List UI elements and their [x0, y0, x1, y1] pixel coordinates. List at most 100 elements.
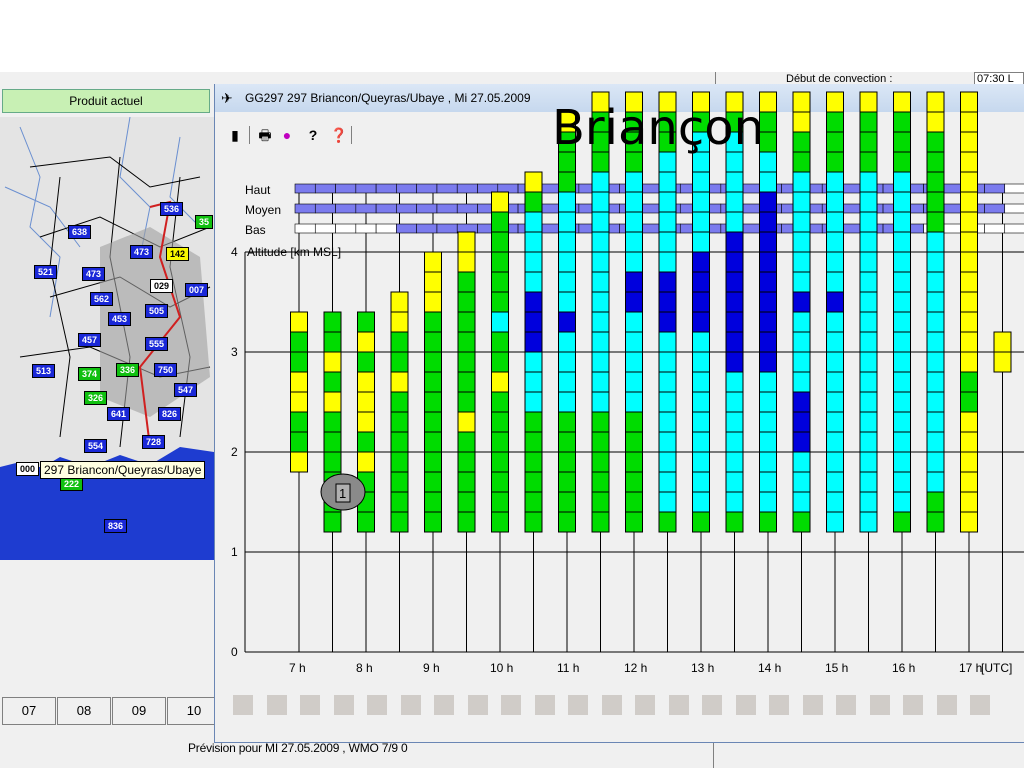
time-step-square[interactable] [233, 695, 253, 715]
station-marker[interactable]: 453 [108, 312, 132, 326]
time-step-square[interactable] [300, 695, 320, 715]
station-marker[interactable]: 457 [78, 333, 102, 347]
convection-cell [792, 91, 811, 113]
station-marker[interactable]: 521 [34, 265, 58, 279]
convection-cell [591, 171, 610, 193]
convection-cell [893, 191, 911, 213]
station-marker[interactable]: 374 [78, 367, 102, 381]
convection-cell [323, 511, 342, 533]
convection-cell [491, 251, 509, 273]
convection-cell [658, 231, 677, 253]
station-marker[interactable]: 547 [174, 383, 198, 397]
convection-cell [558, 291, 576, 313]
convection-cell [725, 491, 744, 513]
convection-cell [826, 291, 844, 313]
x-tick-label: 13 h [691, 661, 714, 675]
convection-cell [993, 331, 1012, 353]
time-step-square[interactable] [769, 695, 789, 715]
convection-cell [357, 371, 375, 393]
station-marker[interactable]: 473 [130, 245, 154, 259]
convection-cell [692, 371, 710, 393]
time-button-10[interactable]: 10 [167, 697, 221, 725]
station-marker[interactable]: 029 [150, 279, 174, 293]
cloud-layer-segment [1004, 203, 1024, 214]
slide-title: Briançon [552, 100, 765, 156]
time-step-square[interactable] [668, 695, 689, 715]
time-step-square[interactable] [869, 695, 890, 715]
station-marker[interactable]: 000 [16, 462, 40, 476]
station-marker[interactable]: 007 [185, 283, 209, 297]
convection-cell [424, 391, 442, 413]
station-forecast-window[interactable]: ✈ GG297 297 Briancon/Queyras/Ubaye , Mi … [214, 84, 1024, 743]
convection-cell [926, 151, 945, 173]
station-marker[interactable]: 562 [90, 292, 114, 306]
convection-cell [457, 371, 476, 393]
time-step-square[interactable] [936, 695, 957, 715]
time-step-square[interactable] [802, 695, 823, 715]
convection-cell [658, 191, 677, 213]
station-marker[interactable]: 555 [145, 337, 169, 351]
station-marker[interactable]: 473 [82, 267, 106, 281]
x-tick-label: 8 h [356, 661, 373, 675]
station-marker[interactable]: 638 [68, 225, 92, 239]
station-marker[interactable]: 326 [84, 391, 108, 405]
time-step-square[interactable] [434, 695, 454, 715]
time-step-square[interactable] [903, 695, 923, 715]
station-marker[interactable]: 142 [166, 247, 190, 261]
time-step-square[interactable] [534, 695, 555, 715]
time-button-07[interactable]: 07 [2, 697, 56, 725]
station-marker[interactable]: 222 [60, 477, 84, 491]
time-step-square[interactable] [735, 695, 756, 715]
station-marker[interactable]: 750 [154, 363, 178, 377]
time-step-square[interactable] [836, 695, 856, 715]
regional-map[interactable]: 536 35 638 473 142 521 473 029 007 562 505 453 457 55… [0, 117, 214, 560]
station-marker[interactable]: 728 [142, 435, 166, 449]
time-step-square[interactable] [635, 695, 655, 715]
convection-cell [591, 231, 610, 253]
station-marker[interactable]: 513 [32, 364, 56, 378]
convection-cell [759, 311, 777, 333]
product-header-button[interactable]: Produit actuel [2, 89, 210, 113]
time-step-square[interactable] [702, 695, 722, 715]
convection-cell [558, 271, 576, 293]
station-marker[interactable]: 641 [107, 407, 131, 421]
station-marker[interactable]: 35 [195, 215, 214, 229]
convection-cell [960, 191, 978, 213]
time-button-09[interactable]: 09 [112, 697, 166, 725]
cloud-layer-segment [984, 223, 1006, 234]
convection-cell [759, 371, 777, 393]
time-step-square[interactable] [333, 695, 354, 715]
convection-cell [759, 491, 777, 513]
cloud-layer-segment [1004, 223, 1024, 234]
convection-cell [625, 431, 643, 453]
time-step-square[interactable] [467, 695, 488, 715]
station-marker[interactable]: 336 [116, 363, 140, 377]
time-step-square[interactable] [501, 695, 521, 715]
time-step-square[interactable] [266, 695, 287, 715]
time-step-square[interactable] [568, 695, 588, 715]
time-step-square[interactable] [970, 695, 990, 715]
convection-cell [859, 191, 878, 213]
convection-cell [859, 431, 878, 453]
station-marker[interactable]: 536 [160, 202, 184, 216]
convection-cell [558, 491, 576, 513]
convection-cell [859, 391, 878, 413]
convection-cell [759, 431, 777, 453]
time-step-square[interactable] [400, 695, 421, 715]
convection-cell [725, 511, 744, 533]
convection-cell [960, 431, 978, 453]
convection-cell [859, 291, 878, 313]
time-button-08[interactable]: 08 [57, 697, 111, 725]
time-step-square[interactable] [367, 695, 387, 715]
convection-cell [625, 351, 643, 373]
station-marker[interactable]: 826 [158, 407, 182, 421]
convection-cell [524, 511, 543, 533]
station-marker[interactable]: 554 [84, 439, 108, 453]
station-marker[interactable]: 505 [145, 304, 169, 318]
station-marker[interactable]: 836 [104, 519, 128, 533]
cloud-layer-segment [436, 223, 458, 234]
cloud-layer-segment [740, 223, 762, 234]
convection-cell [859, 511, 878, 533]
time-step-square[interactable] [601, 695, 622, 715]
convection-cell [323, 311, 342, 333]
